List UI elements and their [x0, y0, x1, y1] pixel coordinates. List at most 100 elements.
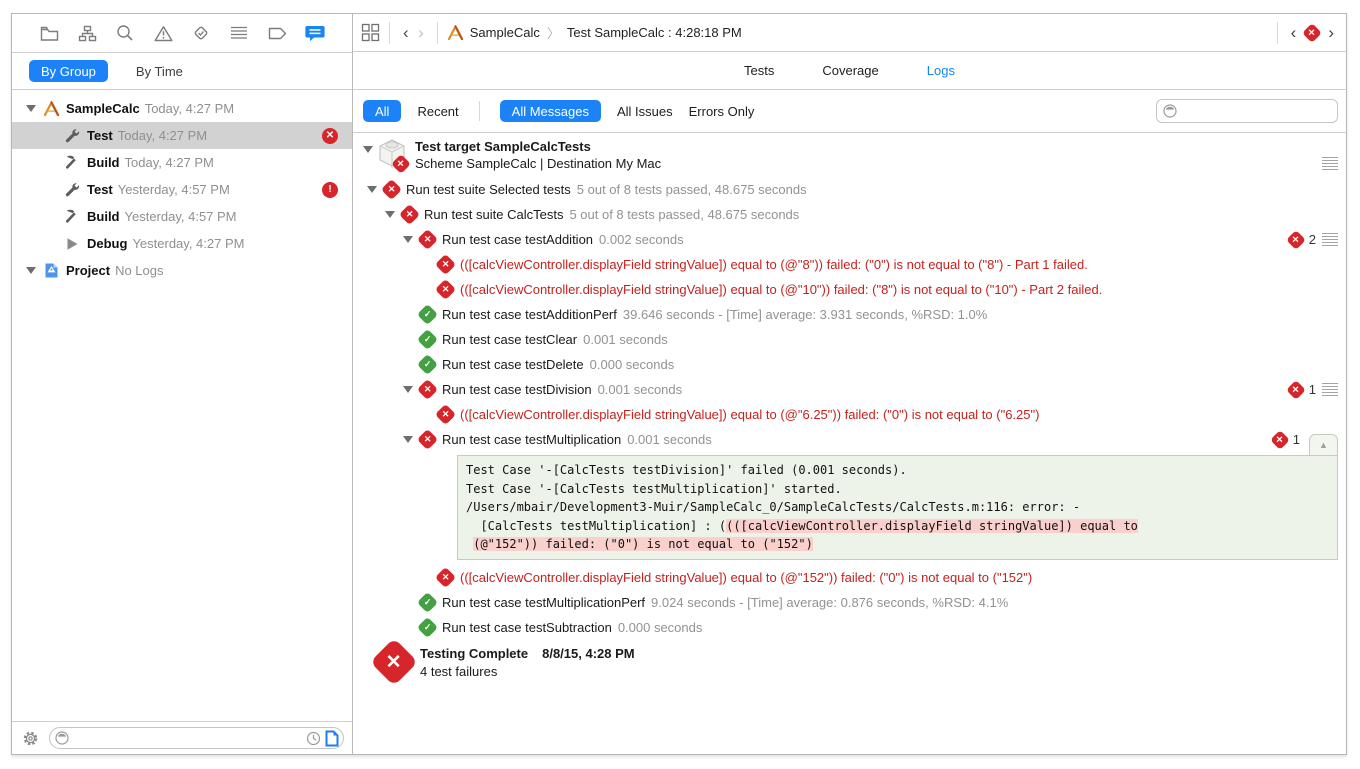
- wrench-icon: [64, 181, 81, 198]
- disclosure-triangle-icon[interactable]: [363, 146, 373, 153]
- tree-item-test-yesterday[interactable]: Test Yesterday, 4:57 PM !: [12, 176, 352, 203]
- breadcrumb-project[interactable]: SampleCalc: [470, 25, 540, 40]
- collapse-transcript-button[interactable]: ▲: [1309, 434, 1338, 455]
- disclosure-triangle-icon[interactable]: [403, 236, 413, 243]
- related-items-icon[interactable]: [361, 23, 380, 42]
- log-tree: SampleCalc Today, 4:27 PM Test Today, 4:…: [12, 90, 352, 721]
- filter-errors-only-button[interactable]: Errors Only: [689, 104, 755, 119]
- hammer-icon: [64, 208, 81, 225]
- tab-by-group[interactable]: By Group: [29, 60, 108, 82]
- breakpoint-navigator-icon[interactable]: [266, 22, 288, 44]
- log-row-testAdditionPerf[interactable]: ✓ Run test case testAdditionPerf 39.646 …: [353, 302, 1346, 327]
- project-navigator-icon[interactable]: [38, 22, 60, 44]
- scope-recent-button[interactable]: Recent: [417, 104, 458, 119]
- tree-item-test-today[interactable]: Test Today, 4:27 PM ✕: [12, 122, 352, 149]
- tab-by-time[interactable]: By Time: [124, 60, 195, 82]
- log-search-field[interactable]: [1156, 99, 1338, 123]
- error-diamond-icon: ✕: [435, 566, 456, 587]
- gear-icon[interactable]: [22, 730, 39, 747]
- error-diamond-icon: ✕: [399, 204, 420, 225]
- scope-all-button[interactable]: All: [363, 100, 401, 122]
- transcript-icon[interactable]: [1322, 383, 1338, 396]
- error-diamond-icon: ✕: [391, 154, 411, 174]
- warning-badge: !: [322, 182, 338, 198]
- error-diamond-icon: ✕: [1286, 230, 1306, 250]
- disclosure-triangle-icon[interactable]: [385, 211, 395, 218]
- tree-item-debug-yesterday[interactable]: Debug Yesterday, 4:27 PM: [12, 230, 352, 257]
- log-list: Test target SampleCalcTests ✕ Scheme Sam…: [353, 133, 1346, 754]
- log-row-testing-complete[interactable]: ✕ Testing Complete8/8/15, 4:28 PM 4 test…: [353, 643, 1346, 689]
- filter-all-issues-button[interactable]: All Issues: [617, 104, 673, 119]
- test-navigator-icon[interactable]: [190, 22, 212, 44]
- log-row-failure-message[interactable]: ✕ (([calcViewController.displayField str…: [353, 252, 1346, 277]
- app-icon: [43, 100, 60, 117]
- log-row-failure-message[interactable]: ✕ (([calcViewController.displayField str…: [353, 565, 1346, 590]
- success-diamond-icon: ✓: [417, 329, 438, 350]
- next-issue-arrow[interactable]: ›: [1324, 23, 1338, 43]
- find-navigator-icon[interactable]: [114, 22, 136, 44]
- report-navigator-icon[interactable]: [304, 22, 326, 44]
- log-row-testAddition[interactable]: ✕ Run test case testAddition 0.002 secon…: [353, 227, 1346, 252]
- log-filter-bar: All Recent All Messages All Issues Error…: [353, 90, 1346, 133]
- testing-failed-badge: ✕: [370, 637, 418, 685]
- filter-icon: [1163, 104, 1177, 118]
- back-arrow[interactable]: ‹: [399, 23, 414, 43]
- error-diamond-icon: ✕: [1286, 380, 1306, 400]
- sidebar-filter-bar: [12, 721, 352, 754]
- error-count: 1: [1293, 432, 1300, 447]
- sidebar-filter-input[interactable]: [73, 731, 302, 745]
- log-row-testSubtraction[interactable]: ✓ Run test case testSubtraction 0.000 se…: [353, 615, 1346, 640]
- log-row-testClear[interactable]: ✓ Run test case testClear 0.001 seconds: [353, 327, 1346, 352]
- log-row-testDelete[interactable]: ✓ Run test case testDelete 0.000 seconds: [353, 352, 1346, 377]
- issue-navigator-icon[interactable]: [152, 22, 174, 44]
- console-transcript: Test Case '-[CalcTests testDivision]' fa…: [457, 455, 1338, 560]
- divider: [389, 22, 390, 44]
- disclosure-triangle-icon[interactable]: [403, 436, 413, 443]
- error-diamond-icon: ✕: [1270, 430, 1290, 450]
- transcript-icon[interactable]: [1322, 233, 1338, 246]
- tree-item-build-yesterday[interactable]: Build Yesterday, 4:57 PM: [12, 203, 352, 230]
- log-row-failure-message[interactable]: ✕ (([calcViewController.displayField str…: [353, 277, 1346, 302]
- disclosure-triangle-icon[interactable]: [403, 386, 413, 393]
- log-row-suite-selected[interactable]: ✕ Run test suite Selected tests 5 out of…: [353, 177, 1346, 202]
- error-count: 2: [1309, 232, 1316, 247]
- app-icon: [447, 24, 464, 41]
- sidebar-scope-tabs: By Group By Time: [12, 53, 352, 90]
- log-row-failure-message[interactable]: ✕ (([calcViewController.displayField str…: [353, 402, 1346, 427]
- tab-tests[interactable]: Tests: [744, 63, 774, 78]
- target-title: Test target SampleCalcTests: [415, 139, 591, 154]
- disclosure-triangle-icon[interactable]: [26, 267, 36, 274]
- divider: [437, 22, 438, 44]
- log-row-test-target[interactable]: Test target SampleCalcTests ✕ Scheme Sam…: [353, 137, 1346, 175]
- divider: [479, 101, 480, 121]
- clock-icon[interactable]: [306, 731, 321, 746]
- log-row-testDivision[interactable]: ✕ Run test case testDivision 0.001 secon…: [353, 377, 1346, 402]
- log-row-suite-calctests[interactable]: ✕ Run test suite CalcTests 5 out of 8 te…: [353, 202, 1346, 227]
- tab-coverage[interactable]: Coverage: [822, 63, 878, 78]
- debug-navigator-icon[interactable]: [228, 22, 250, 44]
- tree-item-project[interactable]: Project No Logs: [12, 257, 352, 284]
- forward-arrow[interactable]: ›: [414, 23, 428, 43]
- flagged-doc-icon[interactable]: [325, 730, 339, 747]
- breadcrumb-entry[interactable]: Test SampleCalc : 4:28:18 PM: [567, 25, 742, 40]
- filter-all-messages-button[interactable]: All Messages: [500, 100, 601, 122]
- previous-issue-arrow[interactable]: ‹: [1287, 23, 1301, 43]
- complete-title: Testing Complete: [420, 646, 528, 661]
- tree-item-build-today[interactable]: Build Today, 4:27 PM: [12, 149, 352, 176]
- error-badge: ✕: [322, 128, 338, 144]
- transcript-icon[interactable]: [1322, 157, 1338, 170]
- sidebar-filter-field[interactable]: [49, 727, 344, 749]
- log-search-input[interactable]: [1182, 104, 1331, 118]
- project-doc-icon: [43, 262, 60, 279]
- log-row-testMultiplication[interactable]: ✕ Run test case testMultiplication 0.001…: [353, 427, 1346, 452]
- hammer-icon: [64, 154, 81, 171]
- complete-date: 8/8/15, 4:28 PM: [542, 646, 635, 661]
- tree-item-samplecalc[interactable]: SampleCalc Today, 4:27 PM: [12, 95, 352, 122]
- disclosure-triangle-icon[interactable]: [26, 105, 36, 112]
- log-row-testMultiplicationPerf[interactable]: ✓ Run test case testMultiplicationPerf 9…: [353, 590, 1346, 615]
- disclosure-triangle-icon[interactable]: [367, 186, 377, 193]
- success-diamond-icon: ✓: [417, 354, 438, 375]
- play-icon: [64, 235, 81, 252]
- tab-logs[interactable]: Logs: [927, 63, 955, 78]
- symbol-navigator-icon[interactable]: [76, 22, 98, 44]
